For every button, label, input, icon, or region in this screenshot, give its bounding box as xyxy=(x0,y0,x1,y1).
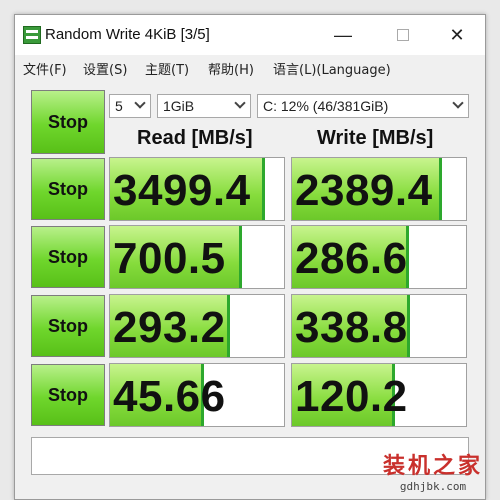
test-size-value: 1GiB xyxy=(163,98,195,114)
title-bar[interactable]: Random Write 4KiB [3/5] — ✕ xyxy=(15,15,485,55)
stop-button[interactable]: Stop xyxy=(31,364,105,426)
stop-button[interactable]: Stop xyxy=(31,226,105,288)
read-result-cell: 3499.4 xyxy=(109,157,285,221)
chevron-down-icon xyxy=(134,97,146,109)
read-header: Read [MB/s] xyxy=(137,127,253,149)
app-icon xyxy=(23,26,41,44)
write-value: 286.6 xyxy=(295,234,408,283)
write-header: Write [MB/s] xyxy=(317,127,434,149)
maximize-icon xyxy=(397,29,409,41)
chevron-down-icon xyxy=(452,97,464,109)
drive-value: C: 12% (46/381GiB) xyxy=(263,98,389,114)
read-result-cell: 700.5 xyxy=(109,225,285,289)
window-title: Random Write 4KiB [3/5] xyxy=(45,26,210,43)
write-value: 2389.4 xyxy=(295,166,433,215)
drive-select[interactable]: C: 12% (46/381GiB) xyxy=(257,94,469,118)
menu-settings[interactable]: 设置(S) xyxy=(83,59,127,78)
write-value: 120.2 xyxy=(295,372,408,421)
chevron-down-icon xyxy=(234,97,246,109)
watermark-logo-text: 装机之家 xyxy=(382,454,483,479)
write-result-cell: 120.2 xyxy=(291,363,467,427)
menu-language[interactable]: 语言(L)(Language) xyxy=(273,59,391,78)
stop-button[interactable]: Stop xyxy=(31,158,105,220)
test-count-select[interactable]: 5 xyxy=(109,94,151,118)
test-count-value: 5 xyxy=(115,98,123,114)
maximize-button[interactable] xyxy=(391,23,415,47)
read-value: 45.66 xyxy=(113,372,226,421)
write-result-cell: 286.6 xyxy=(291,225,467,289)
test-size-select[interactable]: 1GiB xyxy=(157,94,251,118)
menu-theme[interactable]: 主题(T) xyxy=(145,59,189,78)
write-value: 338.8 xyxy=(295,303,408,352)
read-result-cell: 45.66 xyxy=(109,363,285,427)
read-value: 700.5 xyxy=(113,234,226,283)
menu-file[interactable]: 文件(F) xyxy=(23,59,67,78)
write-result-cell: 2389.4 xyxy=(291,157,467,221)
menu-bar: 文件(F) 设置(S) 主题(T) 帮助(H) 语言(L)(Language) xyxy=(15,55,485,81)
stop-button[interactable]: Stop xyxy=(31,295,105,357)
stop-all-button[interactable]: Stop xyxy=(31,90,105,154)
write-result-cell: 338.8 xyxy=(291,294,467,358)
read-result-cell: 293.2 xyxy=(109,294,285,358)
watermark-url: gdhjbk.com xyxy=(399,480,467,493)
app-window: Random Write 4KiB [3/5] — ✕ 文件(F) 设置(S) … xyxy=(14,14,486,500)
read-value: 293.2 xyxy=(113,303,226,352)
menu-help[interactable]: 帮助(H) xyxy=(208,59,254,78)
read-value: 3499.4 xyxy=(113,166,251,215)
site-watermark: 装机之家 gdhjbk.com xyxy=(370,448,496,493)
minimize-button[interactable]: — xyxy=(331,23,355,47)
close-button[interactable]: ✕ xyxy=(445,23,469,47)
